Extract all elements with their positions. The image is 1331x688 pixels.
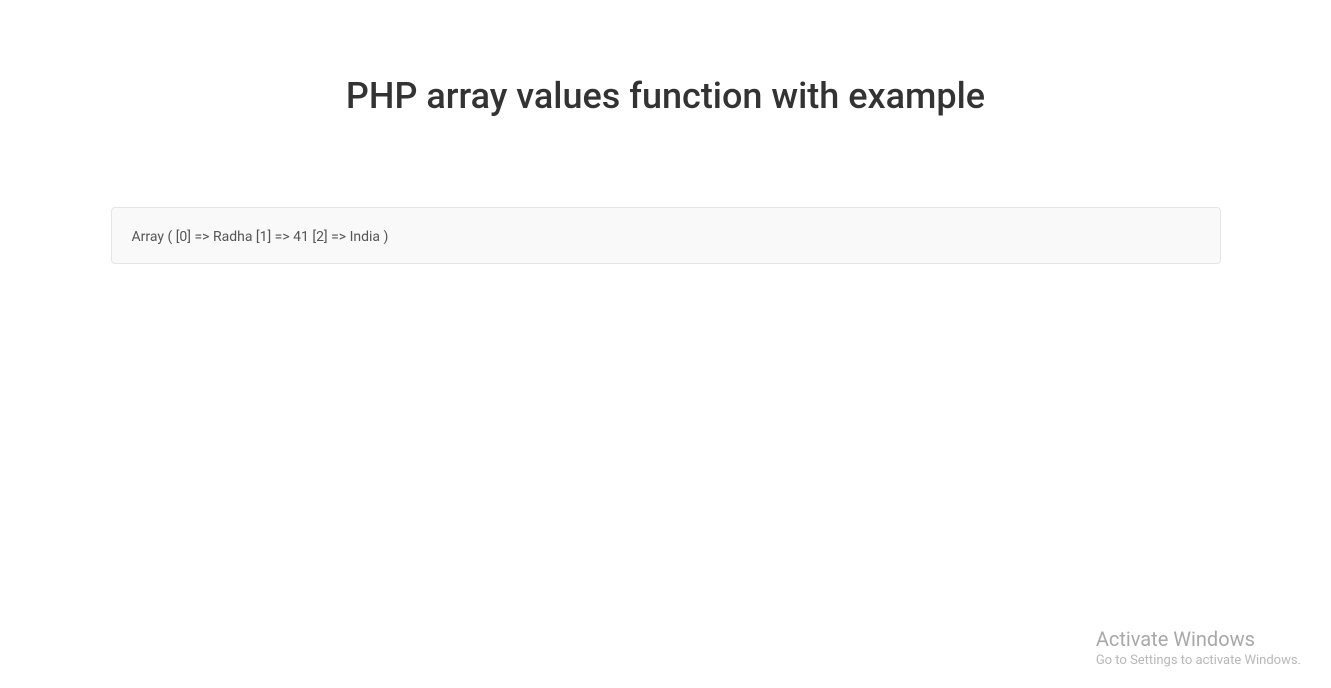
output-box: Array ( [0] => Radha [1] => 41 [2] => In… [111,207,1221,264]
watermark-subtitle: Go to Settings to activate Windows. [1096,653,1301,668]
watermark-title: Activate Windows [1096,627,1301,651]
windows-activation-watermark: Activate Windows Go to Settings to activ… [1096,627,1301,668]
page-title: PHP array values function with example [111,75,1221,117]
output-text: Array ( [0] => Radha [1] => 41 [2] => In… [132,229,389,245]
main-container: PHP array values function with example A… [96,75,1236,264]
